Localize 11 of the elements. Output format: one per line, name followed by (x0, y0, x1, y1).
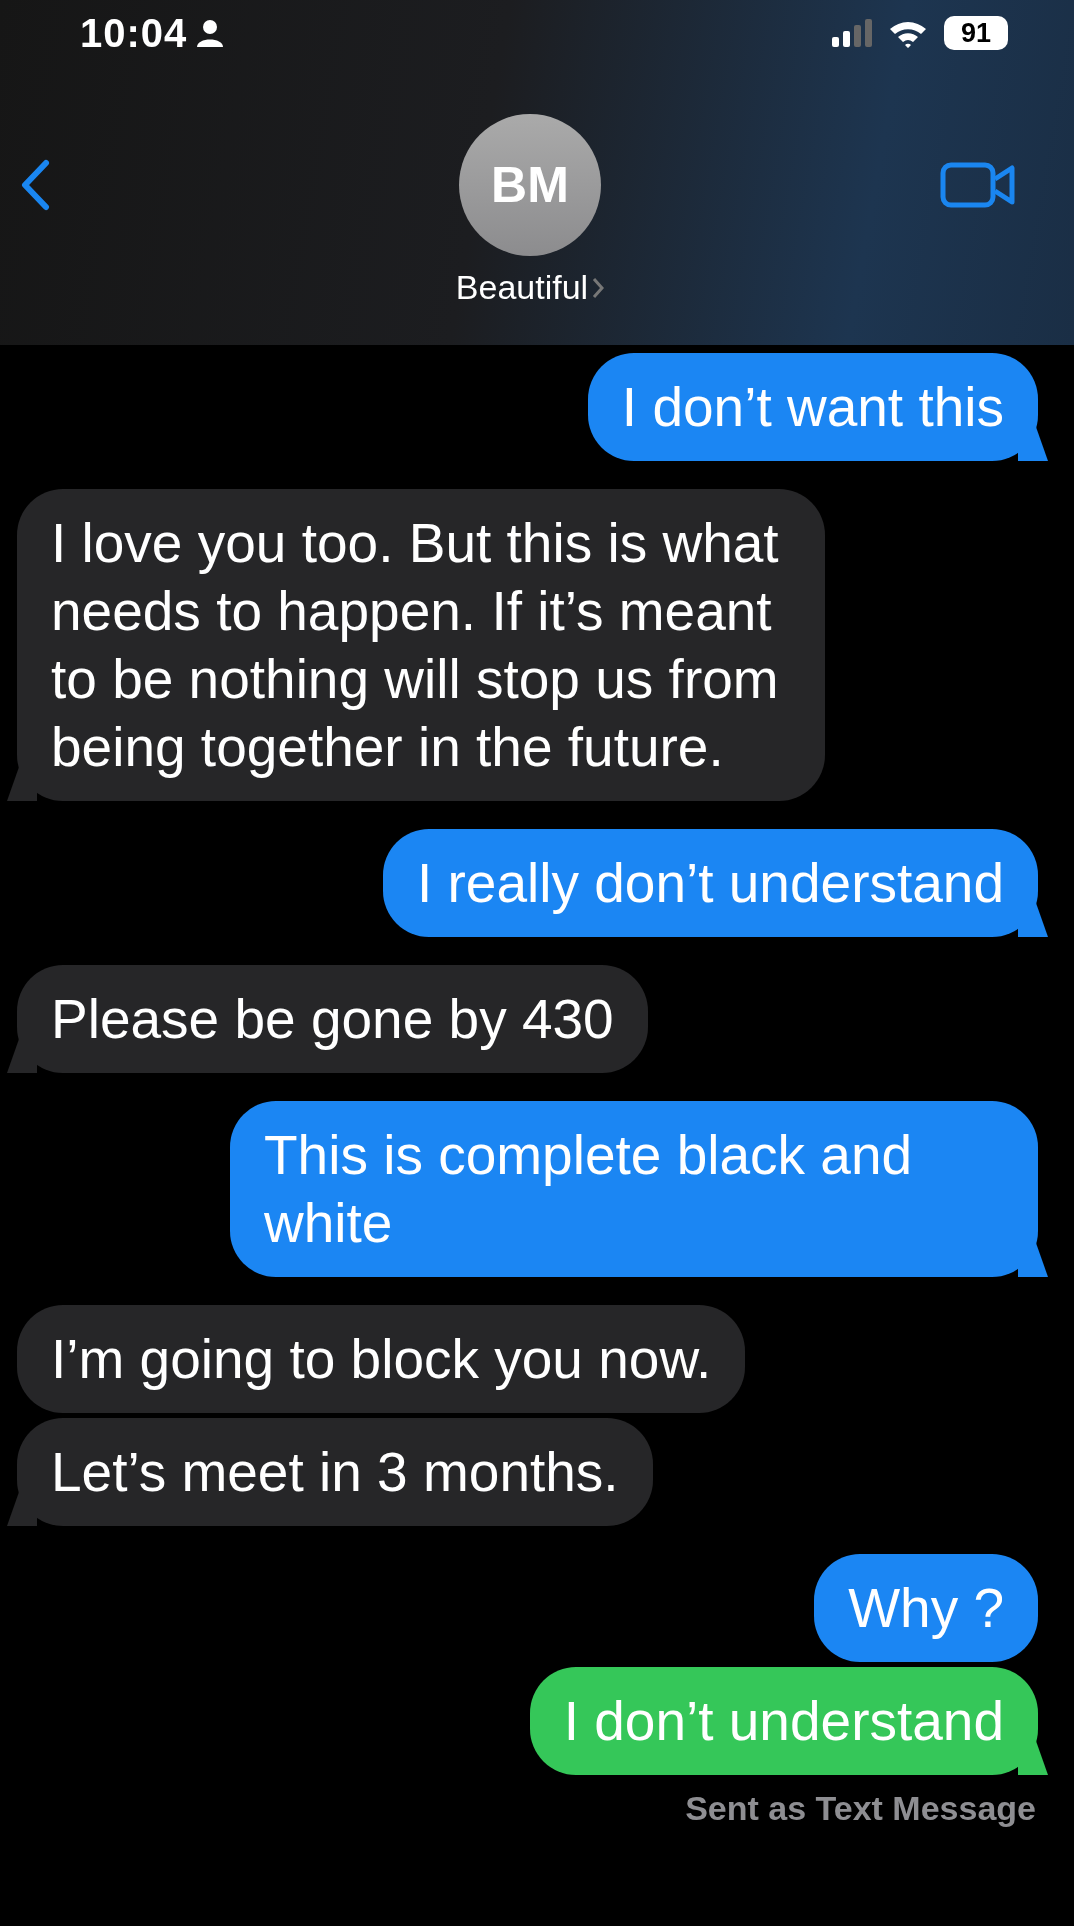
person-icon (197, 19, 224, 47)
message-bubble: I’m going to block you now. (17, 1305, 746, 1413)
back-icon[interactable] (20, 159, 50, 211)
status-time: 10:04 (80, 10, 188, 56)
video-call-icon[interactable] (940, 162, 1016, 208)
delivery-status: Sent as Text Message (684, 1789, 1037, 1828)
chevron-icon (592, 276, 605, 299)
signal-icon (832, 19, 872, 47)
contact-name[interactable]: Beautiful (455, 268, 589, 307)
battery-level: 91 (960, 17, 991, 49)
message-bubble: Why ? (814, 1554, 1038, 1662)
